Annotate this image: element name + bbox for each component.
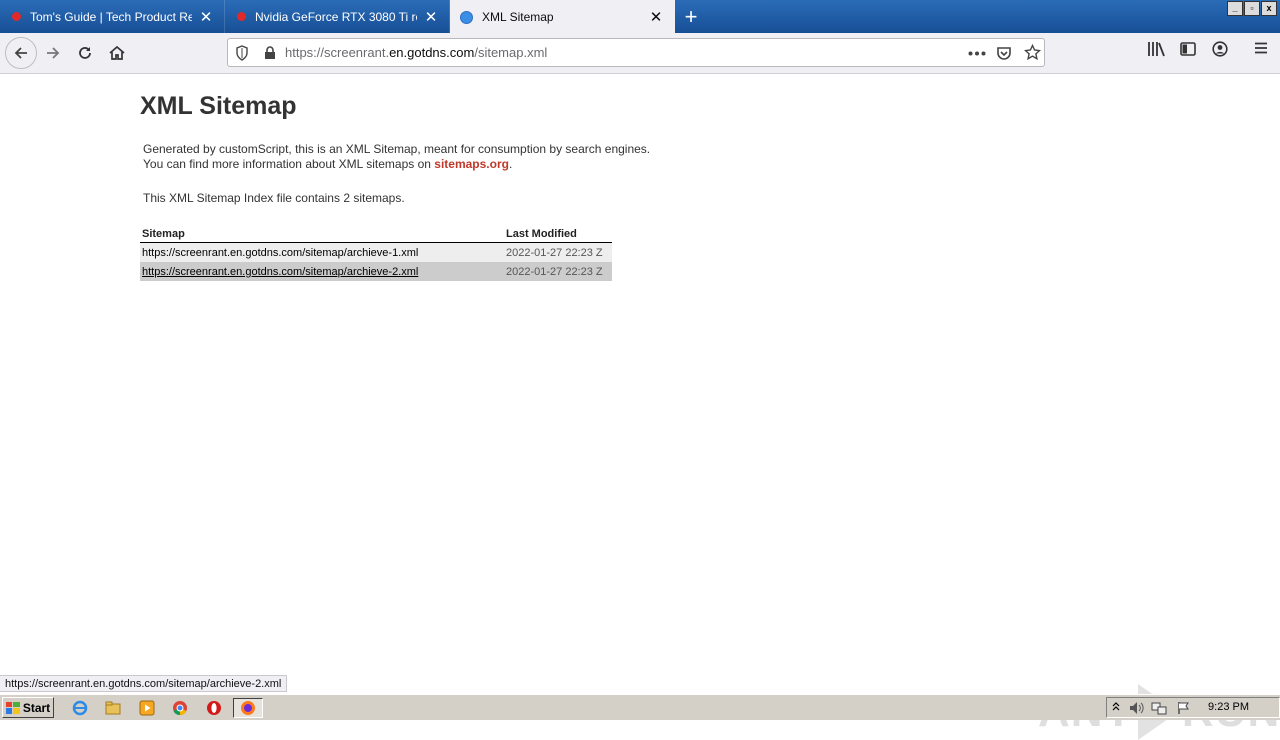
toms-guide-favicon-icon — [12, 12, 21, 21]
media-player-icon[interactable] — [137, 698, 157, 718]
sitemap-url-cell: https://screenrant.en.gotdns.com/sitemap… — [140, 242, 460, 262]
table-row: https://screenrant.en.gotdns.com/sitemap… — [140, 242, 612, 262]
column-header-last-modified: Last Modified — [460, 225, 612, 243]
url-path: /sitemap.xml — [474, 45, 548, 60]
nvidia-article-favicon-icon — [237, 12, 246, 21]
internet-explorer-icon[interactable] — [70, 698, 90, 718]
show-hidden-icons-icon[interactable] — [1112, 702, 1120, 712]
tab-title: Nvidia GeForce RTX 3080 Ti release — [255, 9, 417, 24]
start-button[interactable]: Start — [2, 697, 54, 718]
sitemap-count-text: This XML Sitemap Index file contains 2 s… — [143, 191, 405, 205]
page-title: XML Sitemap — [140, 92, 297, 120]
tab-title: Tom's Guide | Tech Product Reviews — [30, 9, 192, 24]
taskbar-clock[interactable]: 9:23 PM — [1208, 701, 1249, 713]
home-icon — [109, 45, 125, 60]
network-icon[interactable] — [1151, 701, 1167, 715]
reload-button[interactable] — [70, 38, 100, 68]
bookmark-star-icon[interactable] — [1024, 44, 1041, 61]
firefox-taskbar-button[interactable] — [233, 698, 263, 718]
tab-title: XML Sitemap — [482, 10, 554, 24]
page-content: XML Sitemap Generated by customScript, t… — [0, 74, 1280, 740]
sitemaps-org-link[interactable]: sitemaps.org — [434, 157, 509, 171]
tab-xml-sitemap[interactable]: XML Sitemap ✕ — [450, 0, 675, 34]
url-prefix: https://screenrant. — [285, 45, 390, 60]
forward-button[interactable] — [38, 38, 68, 68]
minimize-icon[interactable]: _ — [1227, 1, 1243, 16]
navigation-toolbar: https://screenrant.en.gotdns.com/sitemap… — [0, 33, 1280, 74]
new-tab-button[interactable]: + — [678, 4, 704, 30]
tracking-protection-shield-icon[interactable] — [235, 45, 249, 61]
windows-taskbar: Start 9:23 PM — [0, 694, 1280, 720]
close-tab-icon[interactable]: ✕ — [198, 9, 214, 26]
sitemap-url-cell: https://screenrant.en.gotdns.com/sitemap… — [140, 262, 460, 281]
last-modified-cell: 2022-01-27 22:23 Z — [460, 262, 612, 281]
pocket-icon[interactable] — [996, 45, 1012, 61]
file-explorer-icon[interactable] — [103, 698, 123, 718]
intro-line-1: Generated by customScript, this is an XM… — [143, 142, 651, 156]
globe-favicon-icon — [460, 10, 473, 24]
system-tray: 9:23 PM — [1106, 697, 1280, 718]
windows-logo-icon — [5, 701, 20, 714]
window-controls: _ ▫ x — [1227, 1, 1277, 16]
page-actions-more-icon[interactable] — [968, 51, 986, 56]
url-host: en.gotdns.com — [389, 45, 475, 60]
action-center-flag-icon[interactable] — [1177, 701, 1191, 715]
firefox-icon — [241, 701, 255, 715]
account-icon[interactable] — [1212, 41, 1228, 57]
close-tab-icon[interactable]: ✕ — [648, 9, 664, 26]
library-icon[interactable] — [1147, 41, 1165, 57]
table-row: https://screenrant.en.gotdns.com/sitemap… — [140, 262, 612, 281]
lock-icon[interactable] — [264, 46, 276, 60]
intro-text: Generated by customScript, this is an XM… — [143, 142, 650, 172]
tab-nvidia[interactable]: Nvidia GeForce RTX 3080 Ti release ✕ — [225, 0, 450, 33]
reload-icon — [79, 47, 91, 59]
sitemap-link[interactable]: https://screenrant.en.gotdns.com/sitemap… — [142, 266, 418, 278]
table-header-row: Sitemap Last Modified — [140, 225, 612, 243]
intro-line-2-suffix: . — [508, 157, 513, 171]
close-window-icon[interactable]: x — [1261, 1, 1277, 16]
forward-arrow-icon — [47, 47, 60, 59]
restore-icon[interactable]: ▫ — [1244, 1, 1260, 16]
tab-toms-guide[interactable]: Tom's Guide | Tech Product Reviews ✕ — [0, 0, 225, 33]
opera-icon[interactable] — [204, 698, 224, 718]
last-modified-cell: 2022-01-27 22:23 Z — [460, 242, 612, 262]
back-button[interactable] — [5, 37, 37, 69]
sidebar-toggle-icon[interactable] — [1180, 41, 1196, 57]
chrome-icon[interactable] — [170, 698, 190, 718]
url-bar[interactable]: https://screenrant.en.gotdns.com/sitemap… — [227, 38, 1045, 67]
back-arrow-icon — [14, 47, 27, 59]
sitemap-table: Sitemap Last Modified https://screenrant… — [140, 225, 612, 281]
start-label: Start — [22, 700, 51, 715]
close-tab-icon[interactable]: ✕ — [423, 9, 439, 26]
column-header-sitemap: Sitemap — [140, 225, 460, 243]
hamburger-menu-icon[interactable] — [1254, 41, 1268, 55]
home-button[interactable] — [102, 38, 132, 68]
intro-line-2-prefix: You can find more information about XML … — [143, 157, 435, 171]
url-text[interactable]: https://screenrant.en.gotdns.com/sitemap… — [285, 45, 547, 60]
sitemap-link[interactable]: https://screenrant.en.gotdns.com/sitemap… — [142, 247, 418, 259]
tab-strip: Tom's Guide | Tech Product Reviews ✕ Nvi… — [0, 0, 1280, 34]
intro-line-2: You can find more information about XML … — [143, 157, 650, 172]
volume-icon[interactable] — [1129, 701, 1145, 715]
status-bar-url: https://screenrant.en.gotdns.com/sitemap… — [0, 675, 288, 692]
